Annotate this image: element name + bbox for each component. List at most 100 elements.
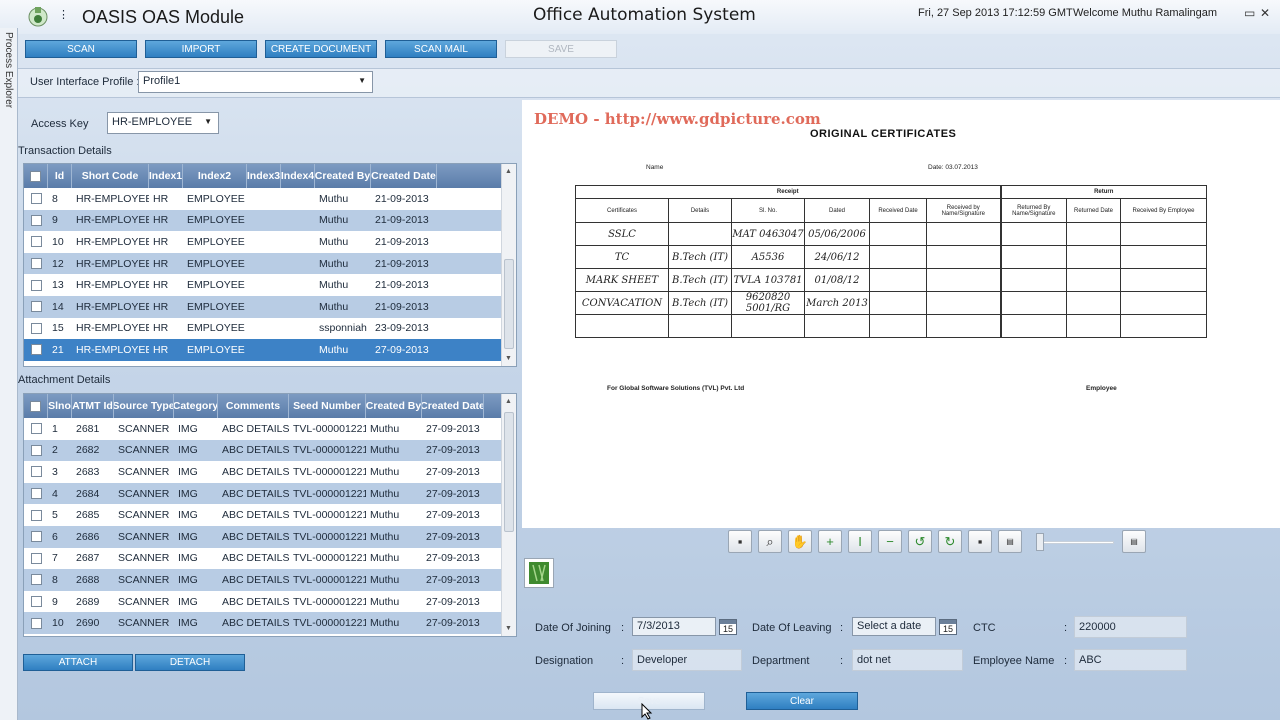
page-thumbnail[interactable]: [524, 558, 554, 588]
row-checkbox[interactable]: [30, 574, 42, 586]
row-checkbox-cell[interactable]: [24, 318, 48, 340]
zoom-icon[interactable]: ⌕: [758, 530, 782, 553]
column-header-index3[interactable]: Index3: [247, 164, 281, 188]
row-checkbox[interactable]: [30, 531, 42, 543]
table-row[interactable]: 5 2685 SCANNER IMG ABC DETAILS TVL-000001221 M…: [24, 504, 501, 526]
date-of-joining-field[interactable]: 7/3/2013: [632, 617, 716, 636]
create-document-button[interactable]: CREATE DOCUMENT: [265, 40, 377, 58]
row-checkbox[interactable]: [30, 466, 42, 478]
table-row[interactable]: 7 2687 SCANNER IMG ABC DETAILS TVL-000001221 M…: [24, 548, 501, 570]
row-checkbox-cell[interactable]: [24, 548, 48, 570]
row-checkbox[interactable]: [30, 617, 42, 629]
row-checkbox-cell[interactable]: [24, 461, 48, 483]
page-icon[interactable]: ▤: [998, 530, 1022, 553]
menu-dots-icon[interactable]: ⋮: [58, 8, 69, 21]
access-key-select[interactable]: HR-EMPLOYEE ▼: [107, 112, 219, 134]
fit-icon[interactable]: I: [848, 530, 872, 553]
row-checkbox-cell[interactable]: [24, 339, 48, 361]
save-icon[interactable]: ▪: [728, 530, 752, 553]
select-all-checkbox[interactable]: [30, 400, 41, 412]
row-checkbox[interactable]: [30, 344, 42, 356]
column-header-source-type[interactable]: Source Type: [114, 394, 174, 418]
table-row[interactable]: 6 2686 SCANNER IMG ABC DETAILS TVL-000001221 M…: [24, 525, 501, 548]
transaction-grid[interactable]: Id Short Code Index1 Index2 Index3 Index4 Crea…: [23, 163, 517, 367]
row-checkbox-cell[interactable]: [24, 569, 48, 591]
table-row[interactable]: 9 2689 SCANNER IMG ABC DETAILS TVL-000001221 M…: [24, 591, 501, 613]
select-all-checkbox-cell[interactable]: [24, 394, 48, 418]
zoom-slider-thumb[interactable]: [1036, 533, 1044, 551]
attachment-scrollbar[interactable]: ▲ ▼: [501, 394, 516, 636]
row-checkbox[interactable]: [30, 214, 42, 226]
row-checkbox[interactable]: [30, 444, 42, 456]
column-header-index4[interactable]: Index4: [281, 164, 315, 188]
scroll-up-icon[interactable]: ▲: [505, 168, 512, 175]
employee-name-field[interactable]: ABC: [1074, 649, 1187, 671]
table-row[interactable]: 13 HR-EMPLOYEE HR EMPLOYEE Muthu 21-09-2013: [24, 274, 501, 296]
row-checkbox[interactable]: [30, 279, 42, 291]
column-header-created-date[interactable]: Created Date: [371, 164, 437, 188]
table-row[interactable]: 8 2688 SCANNER IMG ABC DETAILS TVL-000001221 M…: [24, 569, 501, 591]
row-checkbox-cell[interactable]: [24, 418, 48, 440]
hand-icon[interactable]: ✋: [788, 530, 812, 553]
table-row[interactable]: 2 2682 SCANNER IMG ABC DETAILS TVL-000001221 M…: [24, 439, 501, 462]
scan-button[interactable]: SCAN: [25, 40, 137, 58]
row-checkbox-cell[interactable]: [24, 526, 48, 548]
scan-mail-button[interactable]: SCAN MAIL: [385, 40, 497, 58]
attachment-grid[interactable]: Slno ATMT Id Source Type Category Comments Se…: [23, 393, 517, 637]
ctc-field[interactable]: 220000: [1074, 616, 1187, 638]
row-checkbox[interactable]: [30, 596, 42, 608]
row-checkbox[interactable]: [30, 423, 42, 435]
table-row[interactable]: 15 HR-EMPLOYEE HR EMPLOYEE ssponniah 23-09-20…: [24, 318, 501, 340]
scroll-down-icon[interactable]: ▼: [505, 355, 512, 362]
scroll-thumb[interactable]: [504, 412, 514, 532]
disk-icon[interactable]: ▪: [968, 530, 992, 553]
profile-select[interactable]: Profile1 ▼: [138, 71, 373, 93]
select-all-checkbox-cell[interactable]: [24, 164, 48, 188]
column-header-comments[interactable]: Comments: [218, 394, 289, 418]
row-checkbox-cell[interactable]: [24, 483, 48, 505]
designation-field[interactable]: Developer: [632, 649, 742, 671]
table-row[interactable]: 8 HR-EMPLOYEE HR EMPLOYEE Muthu 21-09-2013: [24, 188, 501, 210]
column-header-seed-number[interactable]: Seed Number: [289, 394, 366, 418]
row-checkbox-cell[interactable]: [24, 231, 48, 253]
column-header-id[interactable]: Id: [48, 164, 72, 188]
rotate-right-icon[interactable]: ↻: [938, 530, 962, 553]
calendar-icon[interactable]: 15: [939, 619, 957, 635]
date-of-leaving-field[interactable]: Select a date: [852, 617, 936, 636]
row-checkbox[interactable]: [30, 193, 42, 205]
table-row[interactable]: 10 HR-EMPLOYEE HR EMPLOYEE Muthu 21-09-2013: [24, 231, 501, 253]
row-checkbox-cell[interactable]: [24, 296, 48, 318]
rotate-left-icon[interactable]: ↺: [908, 530, 932, 553]
column-header-atmt-id[interactable]: ATMT Id: [72, 394, 114, 418]
row-checkbox[interactable]: [30, 258, 42, 270]
column-header-created-by[interactable]: Created By: [366, 394, 422, 418]
column-header-created-by[interactable]: Created By: [315, 164, 371, 188]
department-field[interactable]: dot net: [852, 649, 963, 671]
zoom-out-icon[interactable]: −: [878, 530, 902, 553]
process-explorer-strip[interactable]: Process Explorer: [0, 28, 18, 720]
row-checkbox-cell[interactable]: [24, 253, 48, 275]
clear-button[interactable]: Clear: [746, 692, 858, 710]
row-checkbox-cell[interactable]: [24, 274, 48, 296]
zoom-slider-track[interactable]: [1042, 541, 1114, 544]
select-all-checkbox[interactable]: [30, 170, 41, 182]
row-checkbox-cell[interactable]: [24, 504, 48, 526]
row-checkbox-cell[interactable]: [24, 210, 48, 232]
scroll-down-icon[interactable]: ▼: [505, 625, 512, 632]
column-header-index2[interactable]: Index2: [183, 164, 247, 188]
row-checkbox-cell[interactable]: [24, 440, 48, 462]
row-checkbox[interactable]: [30, 488, 42, 500]
import-button[interactable]: IMPORT: [145, 40, 257, 58]
row-checkbox[interactable]: [30, 552, 42, 564]
table-row[interactable]: 14 HR-EMPLOYEE HR EMPLOYEE Muthu 21-09-2013: [24, 295, 501, 318]
row-checkbox-cell[interactable]: [24, 188, 48, 210]
minimize-icon[interactable]: ▭: [1244, 6, 1255, 20]
column-header-created-date[interactable]: Created Date: [422, 394, 484, 418]
detach-button[interactable]: DETACH: [135, 654, 245, 671]
table-row[interactable]: 3 2683 SCANNER IMG ABC DETAILS TVL-000001221 M…: [24, 461, 501, 483]
column-header-short-code[interactable]: Short Code: [72, 164, 149, 188]
column-header-category[interactable]: Category: [174, 394, 218, 418]
row-checkbox[interactable]: [30, 236, 42, 248]
row-checkbox[interactable]: [30, 509, 42, 521]
transaction-scrollbar[interactable]: ▲ ▼: [501, 164, 516, 366]
